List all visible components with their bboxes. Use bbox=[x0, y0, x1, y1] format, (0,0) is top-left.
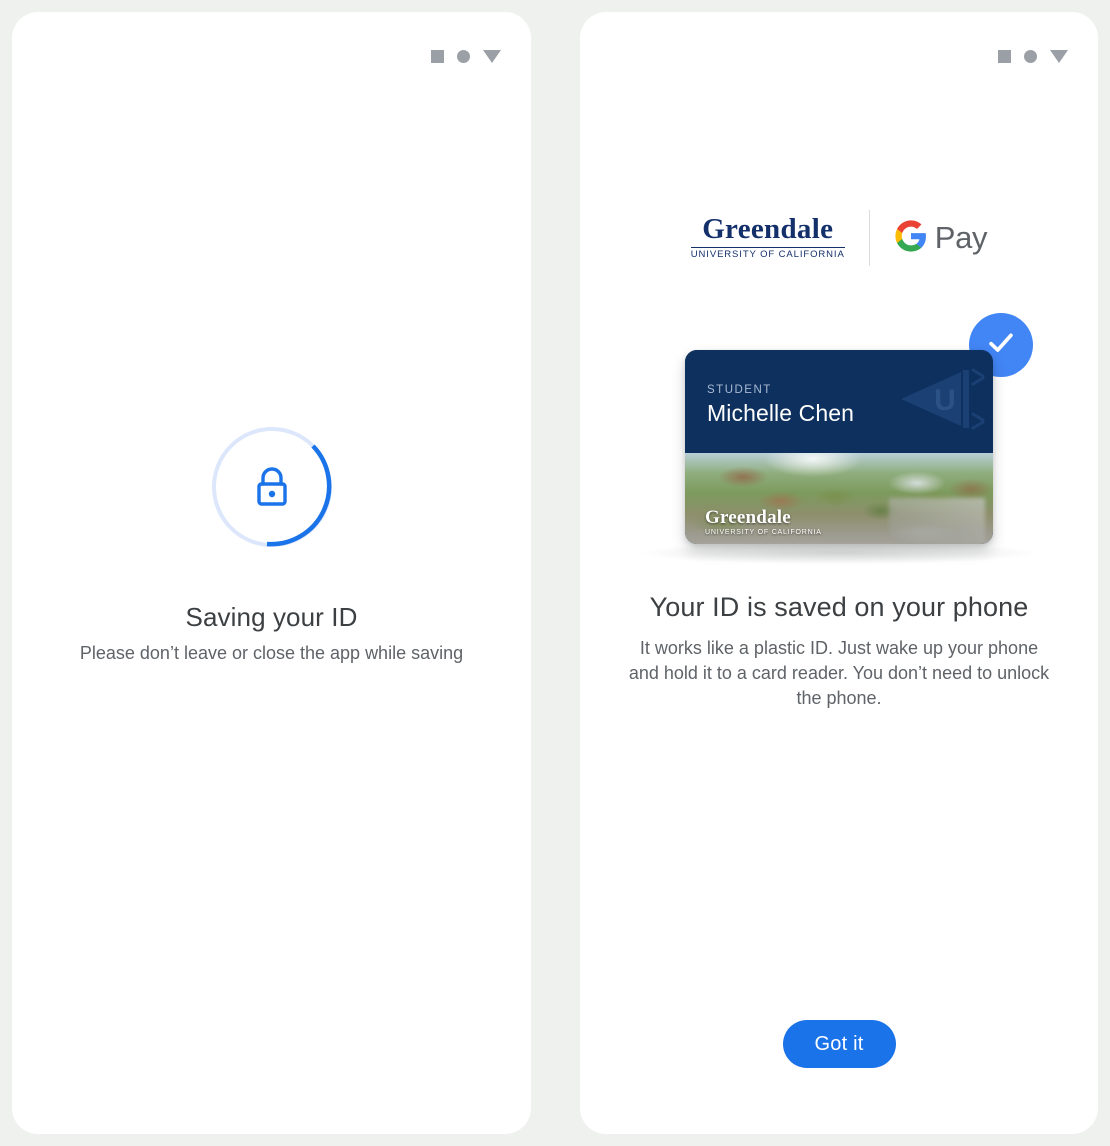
cobrand-header: Greendale UNIVERSITY OF CALIFORNIA Pay bbox=[580, 210, 1098, 266]
google-g-icon bbox=[894, 219, 928, 258]
saved-body: It works like a plastic ID. Just wake up… bbox=[628, 638, 1050, 708]
saving-text-block: Saving your ID Please don’t leave or clo… bbox=[12, 602, 531, 664]
id-saved-screen: Greendale UNIVERSITY OF CALIFORNIA Pay U… bbox=[580, 12, 1098, 1134]
student-id-card[interactable]: U STUDENT Michelle Chen Greendale UNIVER… bbox=[685, 350, 993, 544]
triangle-glyph-icon bbox=[1050, 50, 1068, 63]
screenshot-stage: Saving your ID Please don’t leave or clo… bbox=[0, 0, 1110, 1146]
right-statusbar bbox=[998, 50, 1068, 63]
google-pay-label: Pay bbox=[934, 220, 988, 255]
triangle-glyph-icon bbox=[483, 50, 501, 63]
progress-ring bbox=[209, 424, 335, 550]
saving-subtitle: Please don’t leave or close the app whil… bbox=[79, 643, 464, 663]
university-logo: Greendale UNIVERSITY OF CALIFORNIA bbox=[690, 213, 845, 261]
card-university-logo: Greendale UNIVERSITY OF CALIFORNIA bbox=[705, 508, 822, 536]
university-logo-subtitle: UNIVERSITY OF CALIFORNIA bbox=[690, 249, 845, 261]
got-it-button[interactable]: Got it bbox=[782, 1020, 896, 1068]
left-statusbar bbox=[431, 50, 501, 63]
campus-plaza-detail bbox=[889, 498, 985, 544]
card-header-band: U STUDENT Michelle Chen bbox=[685, 350, 993, 453]
google-pay-logo: Pay bbox=[894, 219, 988, 258]
saving-progress-indicator bbox=[12, 424, 531, 550]
lock-icon bbox=[251, 464, 293, 510]
svg-text:U: U bbox=[934, 384, 956, 417]
card-holder-name: Michelle Chen bbox=[707, 400, 855, 426]
cta-row: Got it bbox=[580, 1020, 1098, 1068]
card-logo-word: Greendale bbox=[705, 507, 791, 529]
square-glyph-icon bbox=[431, 50, 444, 63]
circle-glyph-icon bbox=[1024, 50, 1037, 63]
university-pennant-emblem-icon: U bbox=[895, 362, 987, 441]
saving-title: Saving your ID bbox=[185, 602, 358, 632]
saved-text-block: Your ID is saved on your phone It works … bbox=[620, 592, 1058, 711]
saved-card-illustration: U STUDENT Michelle Chen Greendale UNIVER… bbox=[580, 294, 1098, 574]
university-logo-word: Greendale bbox=[702, 213, 834, 246]
campus-photo: Greendale UNIVERSITY OF CALIFORNIA bbox=[685, 453, 993, 544]
cobrand-divider bbox=[868, 210, 870, 266]
square-glyph-icon bbox=[998, 50, 1011, 63]
university-logo-rule bbox=[690, 247, 845, 249]
card-role-label: STUDENT bbox=[707, 384, 772, 396]
saved-title: Your ID is saved on your phone bbox=[649, 592, 1029, 622]
card-drop-shadow bbox=[641, 542, 1037, 564]
card-logo-subtitle: UNIVERSITY OF CALIFORNIA bbox=[705, 529, 822, 536]
saving-id-screen: Saving your ID Please don’t leave or clo… bbox=[12, 12, 531, 1134]
circle-glyph-icon bbox=[457, 50, 470, 63]
